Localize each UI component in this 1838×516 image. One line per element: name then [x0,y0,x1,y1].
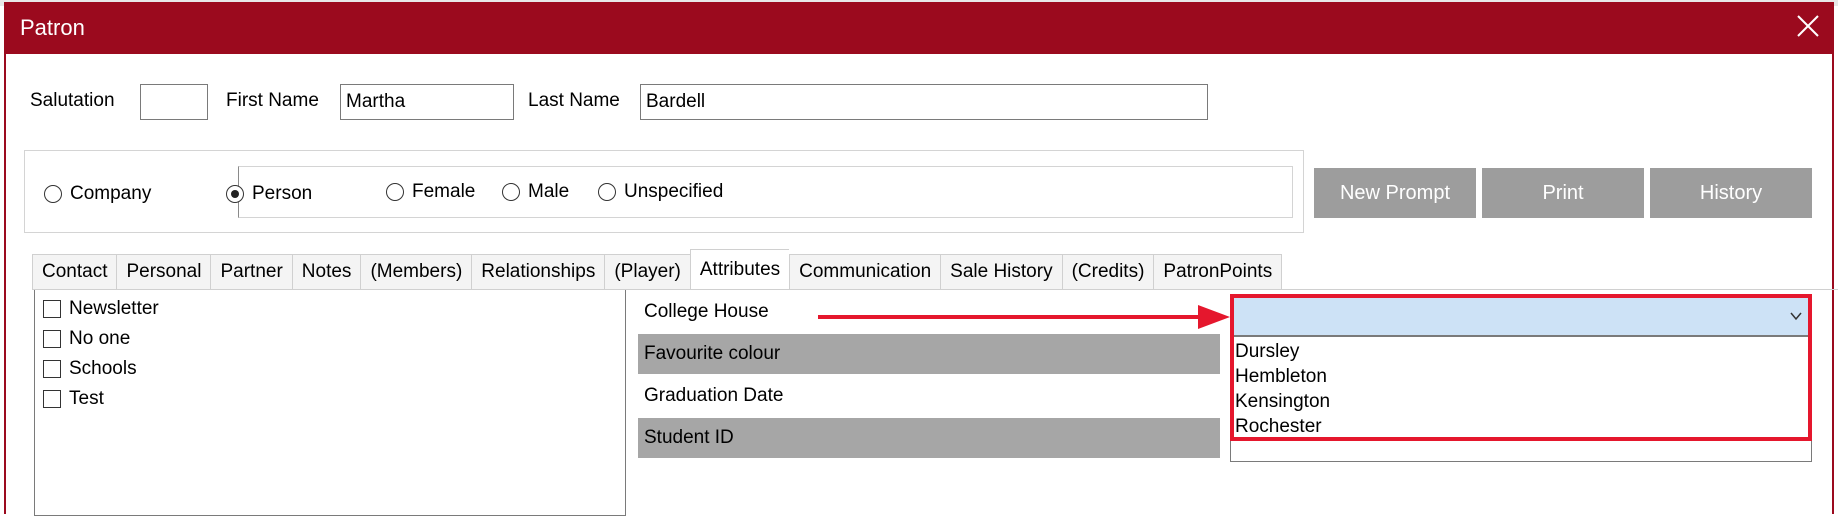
tab-personal[interactable]: Personal [116,254,211,290]
radio-female[interactable]: Female [386,181,475,203]
tab-attributes[interactable]: Attributes [689,249,790,290]
radio-company-label: Company [70,183,152,204]
print-button[interactable]: Print [1482,168,1644,218]
college-house-dropdown: Dursley Hembleton Kensington Rochester [1230,336,1812,462]
tab-sale-history[interactable]: Sale History [940,254,1062,290]
tab-player[interactable]: (Player) [604,254,690,290]
radio-person-indicator [226,185,244,203]
history-button[interactable]: History [1650,168,1812,218]
radio-female-label: Female [412,181,476,202]
radio-unspecified[interactable]: Unspecified [598,181,723,203]
chevron-down-icon[interactable] [1789,309,1803,323]
radio-unspecified-label: Unspecified [624,181,724,202]
first-name-input[interactable] [340,84,514,120]
radio-person-label: Person [252,183,313,204]
tab-contact[interactable]: Contact [32,254,117,290]
tab-patronpoints[interactable]: PatronPoints [1153,254,1283,290]
tab-relationships[interactable]: Relationships [471,254,605,290]
window-title: Patron [20,15,85,40]
option-hembleton[interactable]: Hembleton [1235,366,1327,388]
tab-strip: Contact Personal Partner Notes (Members)… [32,249,1283,290]
new-prompt-button[interactable]: New Prompt [1314,168,1476,218]
first-name-label: First Name [226,90,319,111]
checkbox-newsletter[interactable]: Newsletter [43,298,159,320]
option-kensington[interactable]: Kensington [1235,391,1330,413]
last-name-label: Last Name [528,90,620,111]
tab-partner[interactable]: Partner [210,254,292,290]
patron-dialog: Patron Salutation First Name Last Name C… [4,2,1838,516]
radio-person[interactable]: Person [226,183,312,205]
radio-male-indicator [502,183,520,201]
attr-favourite-colour-label: Favourite colour [638,334,1220,374]
option-rochester[interactable]: Rochester [1235,416,1322,438]
radio-company-indicator [44,185,62,203]
tab-notes[interactable]: Notes [291,254,361,290]
radio-company[interactable]: Company [44,183,151,205]
checkbox-schools-box [43,360,61,378]
college-house-combobox[interactable] [1230,296,1812,336]
radio-male-label: Male [528,181,570,202]
salutation-label: Salutation [30,90,115,111]
last-name-input[interactable] [640,84,1208,120]
close-icon[interactable] [1790,8,1826,44]
tab-communication[interactable]: Communication [789,254,941,290]
checkbox-test-label: Test [69,388,104,409]
attr-student-id-label: Student ID [638,418,1220,458]
salutation-input[interactable] [140,84,208,120]
checkbox-schools[interactable]: Schools [43,358,137,380]
checkbox-schools-label: Schools [69,358,137,379]
radio-male[interactable]: Male [502,181,569,203]
attribute-checkbox-list[interactable]: Newsletter No one Schools Test [34,290,626,516]
option-dursley[interactable]: Dursley [1235,341,1299,363]
checkbox-test[interactable]: Test [43,388,104,410]
tab-members[interactable]: (Members) [360,254,472,290]
checkbox-test-box [43,390,61,408]
attr-graduation-date-label: Graduation Date [644,385,784,406]
arrow-annotation [818,305,1230,329]
checkbox-newsletter-label: Newsletter [69,298,159,319]
checkbox-newsletter-box [43,300,61,318]
title-bar: Patron [6,2,1832,54]
radio-female-indicator [386,183,404,201]
tab-credits[interactable]: (Credits) [1061,254,1154,290]
checkbox-no-one-label: No one [69,328,131,349]
checkbox-no-one[interactable]: No one [43,328,130,350]
checkbox-no-one-box [43,330,61,348]
radio-unspecified-indicator [598,183,616,201]
